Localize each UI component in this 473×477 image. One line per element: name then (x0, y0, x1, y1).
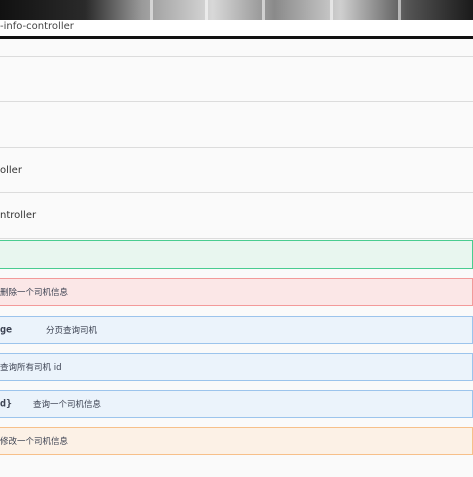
swagger-page: -info-controller oller ntroller 删除一个司机信息… (0, 0, 473, 477)
operation-summary: 查询一个司机信息 (33, 400, 102, 410)
operation-summary: 分页查询司机 (46, 326, 98, 336)
operation-summary: 修改一个司机信息 (0, 437, 69, 447)
controller-label: ntroller (0, 210, 37, 221)
operation-get-ids[interactable]: 查询所有司机 id (0, 353, 473, 381)
operation-get-page[interactable]: ge 分页查询司机 (0, 316, 473, 344)
controller-section-4[interactable]: ntroller (0, 193, 473, 239)
operation-put[interactable]: 修改一个司机信息 (0, 427, 473, 455)
controller-section-3[interactable]: oller (0, 148, 473, 193)
operation-get-one[interactable]: d} 查询一个司机信息 (0, 390, 473, 418)
operation-summary: 删除一个司机信息 (0, 288, 69, 298)
operation-path: d} (0, 398, 13, 410)
operation-path: ge (0, 324, 13, 336)
operation-summary: 查询所有司机 id (0, 363, 62, 373)
controller-section-1[interactable] (0, 57, 473, 102)
address-bar-text: -info-controller (0, 21, 74, 32)
controller-section-2[interactable] (0, 102, 473, 148)
operation-delete[interactable]: 删除一个司机信息 (0, 278, 473, 306)
controller-section-0[interactable] (0, 39, 473, 57)
controller-label: oller (0, 165, 22, 176)
operation-post[interactable] (0, 240, 473, 269)
address-bar[interactable]: -info-controller (0, 20, 473, 39)
header-banner-image (0, 0, 473, 20)
